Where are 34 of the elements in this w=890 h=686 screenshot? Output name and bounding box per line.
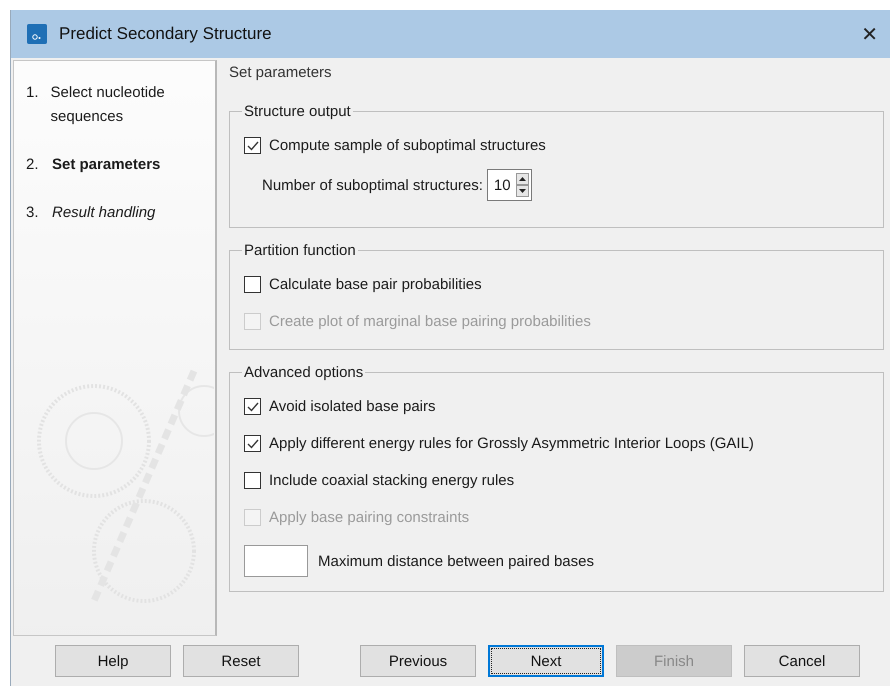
group-title: Advanced options (243, 364, 364, 381)
dialog-button[interactable]: Help (55, 645, 171, 677)
spinner-label: Number of suboptimal structures: (262, 176, 483, 194)
step-number: 1. (26, 83, 39, 103)
checkbox-label: Avoid isolated base pairs (269, 397, 436, 417)
section-heading: Set parameters (229, 64, 333, 81)
group-title: Structure output (243, 103, 352, 120)
dialog-button[interactable]: Reset (183, 645, 299, 677)
checkbox-label: Compute sample of suboptimal structures (269, 136, 546, 156)
dialog-button[interactable]: Next (488, 645, 604, 677)
group-title: Partition function (243, 242, 357, 259)
checkbox-label: Apply base pairing constraints (269, 508, 470, 528)
number-spinner[interactable]: 10 (486, 169, 532, 201)
input-field[interactable] (244, 545, 308, 577)
step-number: 2. (26, 155, 40, 175)
step-label: Select nucleotide sequences (50, 83, 166, 127)
step-label: Set parameters (52, 155, 160, 175)
step-number: 3. (26, 203, 40, 223)
window-title: Predict Secondary Structure (59, 24, 273, 44)
checkbox[interactable] (244, 398, 261, 415)
checkbox[interactable] (244, 137, 261, 154)
step-label: Result handling (52, 203, 156, 223)
checkbox-label: Apply different energy rules for Grossly Asymmetric Interior Loops (GAIL) (269, 434, 754, 454)
close-button[interactable]: ✕ (849, 22, 890, 46)
checkbox-label: Include coaxial stacking energy rules (269, 471, 514, 491)
checkbox[interactable] (244, 435, 261, 452)
checkbox[interactable] (244, 276, 261, 293)
dialog-button[interactable]: Previous (360, 645, 476, 677)
checkbox-label: Calculate base pair probabilities (269, 275, 482, 295)
app-icon (27, 24, 47, 44)
checkbox-label: Create plot of marginal base pairing probabilities (269, 312, 591, 332)
field-label: Maximum distance between paired bases (318, 552, 594, 570)
dialog-button[interactable]: Cancel (744, 645, 860, 677)
checkbox[interactable] (244, 472, 261, 489)
